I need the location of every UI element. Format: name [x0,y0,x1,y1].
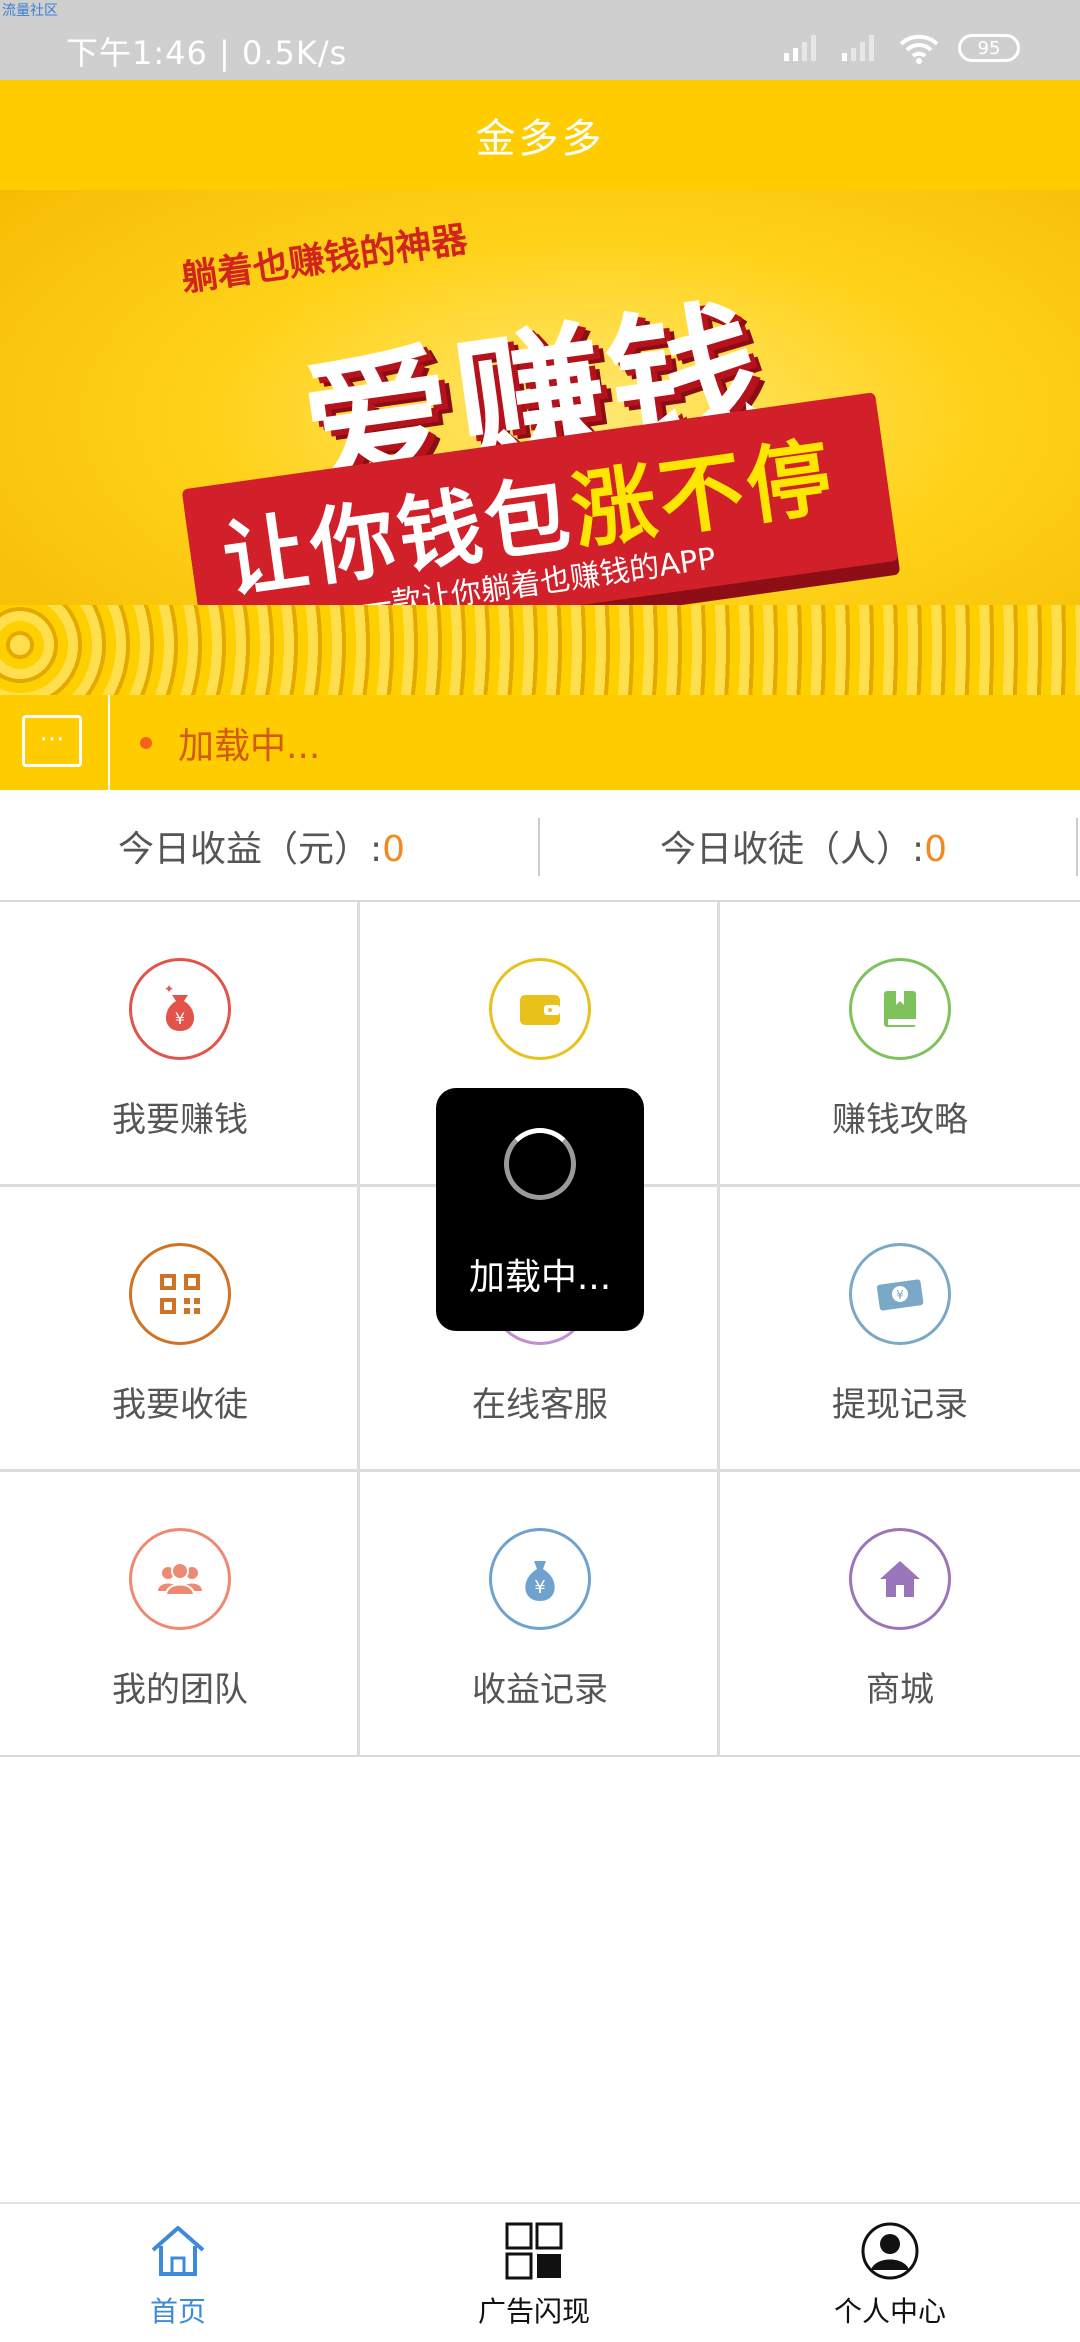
grid-item-label: 收益记录 [472,1670,608,1710]
svg-text:¥: ¥ [534,1577,545,1598]
watermark-text: 流量社区 [2,3,58,19]
grid-item-income-records[interactable]: ¥ 收益记录 [360,1472,720,1757]
grid-item-earning-guide[interactable]: 赚钱攻略 [720,902,1080,1187]
grid-icon [505,2222,563,2280]
stats-divider [1076,818,1078,876]
notice-bar[interactable]: ··· 加载中... [0,695,1080,790]
user-icon [861,2222,919,2280]
status-bar: 下午1:46 | 0.5K/s 95 [0,0,1080,80]
svg-text:¥: ¥ [896,1288,904,1302]
status-time: 下午1:46 | 0.5K/s [66,34,348,72]
battery-icon: 95 [958,34,1020,62]
message-icon: ··· [22,715,82,767]
grid-item-label: 我的团队 [112,1670,248,1710]
page-title: 金多多 [475,116,605,162]
spinner-icon [504,1128,576,1200]
grid-item-label: 赚钱攻略 [832,1100,968,1140]
signal-icon [842,35,874,61]
nav-tab-label: 广告闪现 [477,2295,590,2328]
grid-item-earn-money[interactable]: ¥ ✦ 我要赚钱 [0,902,360,1187]
today-stats: 今日收益（元）:0 今日收徒（人）:0 [0,790,1080,900]
nav-tab-label: 个人中心 [833,2295,946,2328]
grid-item-label: 我要收徒 [112,1385,248,1425]
team-icon [129,1528,231,1630]
cash-icon: ¥ [849,1243,951,1345]
grid-item-my-team[interactable]: 我的团队 [0,1472,360,1757]
wifi-icon [899,34,939,64]
today-apprentices-value: 0 [924,829,948,870]
grid-item-label: 在线客服 [472,1385,608,1425]
today-income-value: 0 [382,829,406,870]
svg-text:✦: ✦ [164,982,174,996]
notice-divider [108,695,110,790]
grid-item-label: 提现记录 [832,1385,968,1425]
qrcode-icon [129,1243,231,1345]
yuan-bag-icon: ¥ [489,1528,591,1630]
notice-text: 加载中... [178,726,321,767]
bottom-nav: 首页 广告闪现 个人中心 [0,2202,1080,2342]
nav-tab-profile[interactable]: 个人中心 [790,2218,990,2330]
today-income: 今日收益（元）:0 [118,820,405,872]
today-apprentices: 今日收徒（人）:0 [660,820,947,872]
status-icons: 95 [782,28,1020,68]
loading-toast: 加载中... [436,1088,644,1331]
nav-tab-ads[interactable]: 广告闪现 [434,2218,634,2330]
home-icon [849,1528,951,1630]
banner-coins-decoration [0,605,1080,695]
nav-tab-label: 首页 [149,2295,206,2328]
banner-subtitle: 躺着也赚钱的神器 [179,219,470,300]
grid-item-mall[interactable]: 商城 [720,1472,1080,1757]
grid-item-label: 我要赚钱 [112,1100,248,1140]
signal-icon [784,35,816,61]
grid-item-withdraw-records[interactable]: ¥ 提现记录 [720,1187,1080,1472]
money-bag-icon: ¥ ✦ [129,958,231,1060]
today-apprentices-label: 今日收徒（人）: [660,829,925,870]
book-icon [849,958,951,1060]
svg-text:¥: ¥ [175,1009,185,1028]
loading-text: 加载中... [468,1257,612,1298]
grid-item-label: 商城 [866,1670,934,1710]
stats-divider [538,818,540,876]
today-income-label: 今日收益（元）: [118,829,383,870]
app-header: 金多多 [0,80,1080,190]
notice-bullet [140,737,152,749]
nav-tab-home[interactable]: 首页 [78,2218,278,2330]
grid-item-recruit[interactable]: 我要收徒 [0,1187,360,1472]
promo-banner[interactable]: 躺着也赚钱的神器 爱赚钱 让你钱包涨不停 一款让你躺着也赚钱的APP [0,190,1080,695]
home-icon [151,2226,205,2276]
wallet-icon [489,958,591,1060]
